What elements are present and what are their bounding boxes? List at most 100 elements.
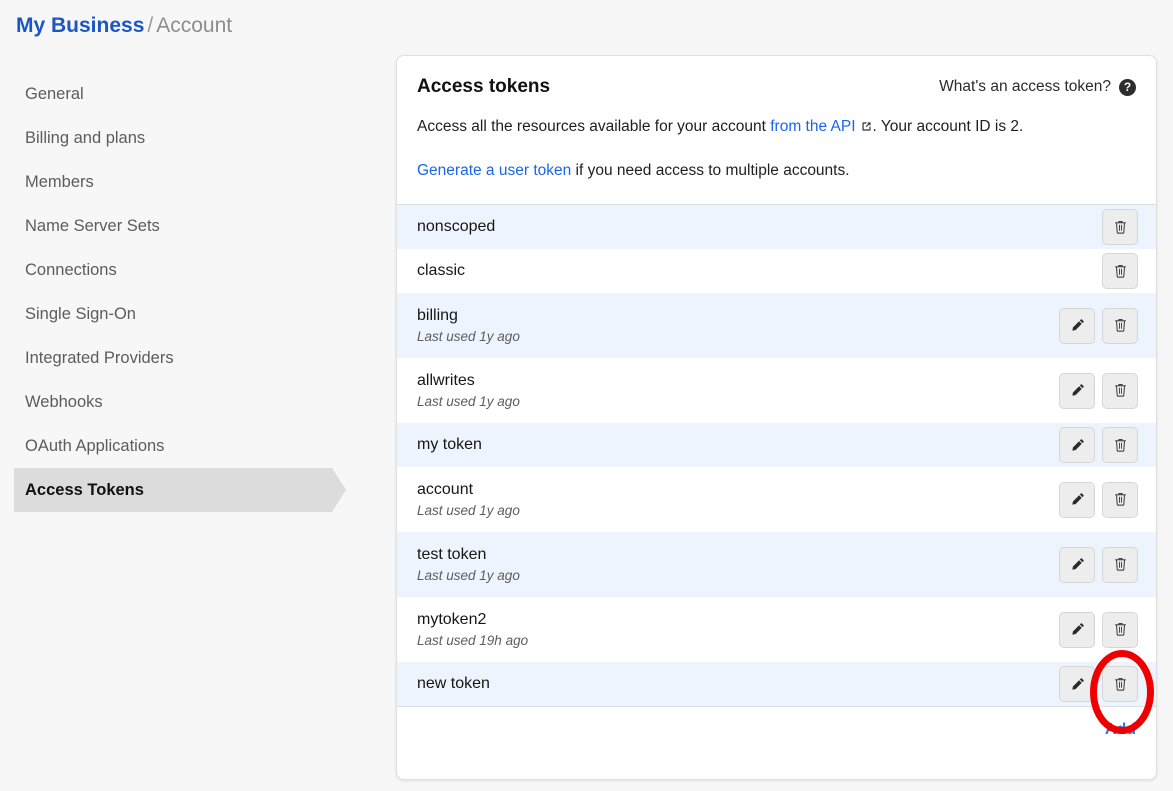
question-mark-circle-icon[interactable]: ?: [1119, 78, 1136, 96]
token-last-used: Last used 1y ago: [417, 567, 520, 583]
table-row[interactable]: account Last used 1y ago: [397, 467, 1156, 532]
sidebar-item-label: Name Server Sets: [25, 216, 160, 235]
edit-button[interactable]: [1059, 666, 1095, 702]
token-last-used: Last used 1y ago: [417, 328, 520, 344]
description-text-2: . Your account ID is 2.: [872, 118, 1024, 135]
breadcrumb-separator: /: [147, 14, 154, 37]
token-name: allwrites: [417, 371, 475, 389]
token-info: mytoken2 Last used 19h ago: [417, 610, 528, 650]
external-link-icon: [860, 118, 873, 140]
token-actions: [1059, 307, 1138, 344]
token-info: classic: [417, 261, 465, 281]
sidebar-item-single-sign-on[interactable]: Single Sign-On: [0, 292, 348, 336]
table-row[interactable]: allwrites Last used 1y ago: [397, 358, 1156, 423]
sidebar-item-general[interactable]: General: [0, 72, 348, 116]
sidebar-item-label: Members: [25, 172, 94, 191]
description-line-generate: Generate a user token if you need access…: [417, 160, 1136, 182]
token-info: account Last used 1y ago: [417, 480, 520, 520]
delete-button[interactable]: [1102, 427, 1138, 463]
edit-button[interactable]: [1059, 307, 1095, 344]
table-row[interactable]: billing Last used 1y ago: [397, 293, 1156, 358]
delete-button[interactable]: [1102, 611, 1138, 648]
table-row[interactable]: nonscoped: [397, 205, 1156, 249]
card-header: Access tokens What's an access token? ?: [397, 56, 1156, 98]
token-list: nonscoped classic billing Last used 1y a…: [397, 204, 1156, 707]
token-name: test token: [417, 545, 487, 563]
sidebar-item-access-tokens[interactable]: Access Tokens: [0, 468, 348, 512]
table-row[interactable]: test token Last used 1y ago: [397, 532, 1156, 597]
breadcrumb-current: Account: [156, 14, 233, 37]
token-actions: [1102, 253, 1138, 289]
token-actions: [1102, 209, 1138, 245]
token-info: nonscoped: [417, 217, 495, 237]
edit-button[interactable]: [1059, 427, 1095, 463]
token-actions: [1059, 481, 1138, 518]
sidebar-item-integrated-providers[interactable]: Integrated Providers: [0, 336, 348, 380]
table-row[interactable]: my token: [397, 423, 1156, 467]
token-info: billing Last used 1y ago: [417, 306, 520, 346]
token-name: billing: [417, 306, 458, 324]
from-the-api-link[interactable]: from the API: [770, 118, 855, 135]
sidebar-item-connections[interactable]: Connections: [0, 248, 348, 292]
delete-button[interactable]: [1102, 481, 1138, 518]
token-info: allwrites Last used 1y ago: [417, 371, 520, 411]
token-name: classic: [417, 262, 466, 279]
token-name: my token: [417, 436, 482, 453]
add-token-link[interactable]: Add: [1105, 721, 1136, 739]
token-info: test token Last used 1y ago: [417, 545, 520, 585]
delete-button[interactable]: [1102, 372, 1138, 409]
page-title: Access tokens: [417, 76, 551, 97]
edit-button[interactable]: [1059, 481, 1095, 518]
token-name: new token: [417, 675, 490, 692]
token-actions: [1059, 666, 1138, 702]
description-text-1: Access all the resources available for y…: [417, 118, 771, 135]
delete-button[interactable]: [1102, 253, 1138, 289]
edit-button[interactable]: [1059, 611, 1095, 648]
token-last-used: Last used 1y ago: [417, 502, 520, 518]
table-row[interactable]: classic: [397, 249, 1156, 293]
token-actions: [1059, 372, 1138, 409]
sidebar-item-label: Connections: [25, 260, 117, 279]
token-actions: [1059, 611, 1138, 648]
breadcrumb-root-link[interactable]: My Business: [16, 14, 144, 37]
token-actions: [1059, 427, 1138, 463]
card-footer: Add: [397, 707, 1156, 739]
description-line-api: Access all the resources available for y…: [417, 116, 1136, 140]
token-info: my token: [417, 435, 482, 455]
token-name: mytoken2: [417, 610, 487, 628]
sidebar-item-webhooks[interactable]: Webhooks: [0, 380, 348, 424]
sidebar-item-label: Single Sign-On: [25, 304, 136, 323]
token-name: nonscoped: [417, 218, 496, 235]
sidebar-item-label: Billing and plans: [25, 128, 146, 147]
breadcrumb: My Business / Account: [16, 12, 232, 40]
generate-a-user-token-link[interactable]: Generate a user token: [417, 162, 571, 179]
sidebar-item-members[interactable]: Members: [0, 160, 348, 204]
sidebar-item-label: OAuth Applications: [25, 436, 165, 455]
sidebar-item-label: Integrated Providers: [25, 348, 174, 367]
sidebar-item-label: Access Tokens: [25, 480, 144, 499]
active-nav-arrow: [332, 468, 346, 512]
edit-button[interactable]: [1059, 546, 1095, 583]
sidebar-item-label: Webhooks: [25, 392, 103, 411]
edit-button[interactable]: [1059, 372, 1095, 409]
help-link-label: What's an access token?: [939, 78, 1111, 95]
table-row[interactable]: new token: [397, 662, 1156, 706]
settings-sidebar: General Billing and plans Members Name S…: [0, 72, 348, 512]
token-name: account: [417, 480, 474, 498]
token-last-used: Last used 1y ago: [417, 393, 520, 409]
sidebar-item-name-server-sets[interactable]: Name Server Sets: [0, 204, 348, 248]
token-last-used: Last used 19h ago: [417, 632, 529, 648]
delete-button[interactable]: [1102, 307, 1138, 344]
table-row[interactable]: mytoken2 Last used 19h ago: [397, 597, 1156, 662]
whats-an-access-token-link[interactable]: What's an access token? ?: [939, 78, 1136, 96]
delete-button[interactable]: [1102, 666, 1138, 702]
sidebar-item-oauth-applications[interactable]: OAuth Applications: [0, 424, 348, 468]
access-tokens-card: Access tokens What's an access token? ? …: [396, 55, 1157, 780]
token-actions: [1059, 546, 1138, 583]
card-description: Access all the resources available for y…: [397, 116, 1156, 182]
token-info: new token: [417, 674, 490, 694]
delete-button[interactable]: [1102, 209, 1138, 245]
description-text-3: if you need access to multiple accounts.: [571, 162, 850, 179]
delete-button[interactable]: [1102, 546, 1138, 583]
sidebar-item-billing-and-plans[interactable]: Billing and plans: [0, 116, 348, 160]
